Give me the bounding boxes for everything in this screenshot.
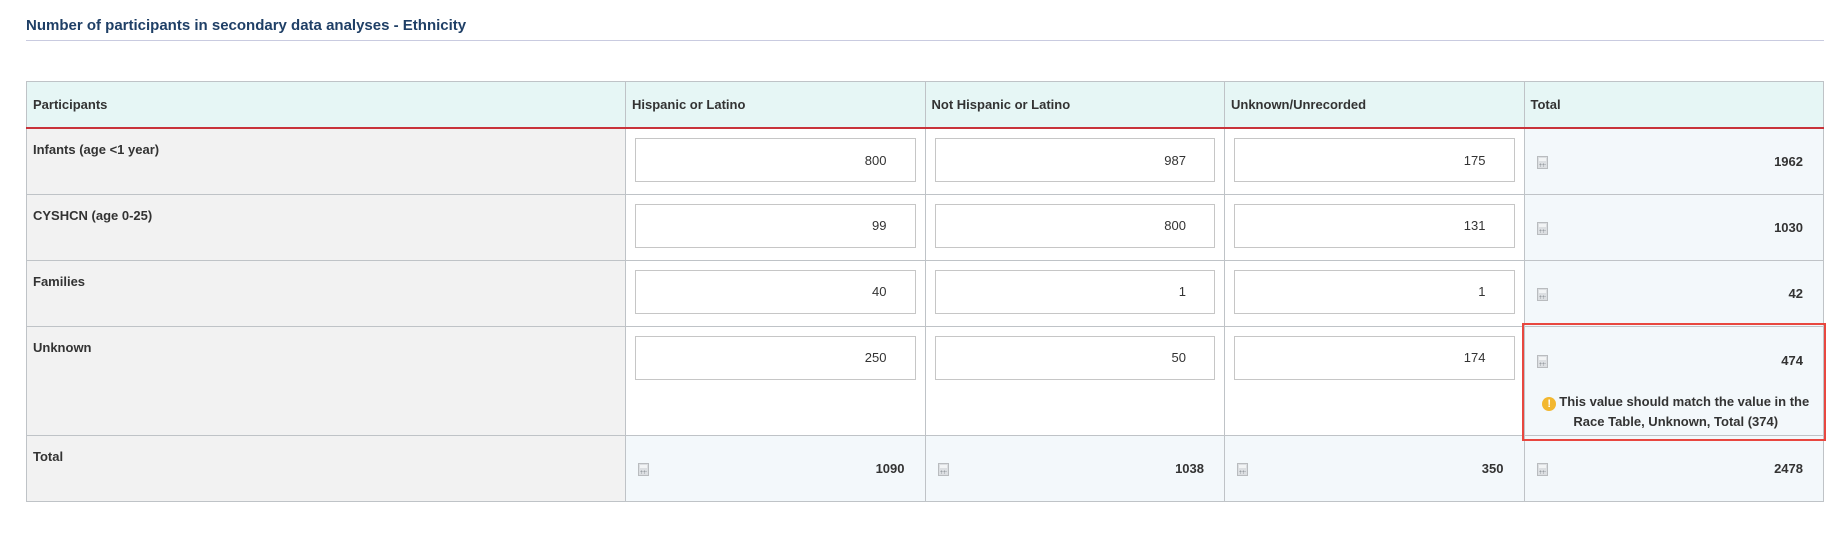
- cyshcn-hispanic-input[interactable]: [635, 203, 916, 248]
- table-row: Unknown 474 !This value should match the…: [26, 325, 1824, 436]
- unknown-not-hispanic-input[interactable]: [934, 335, 1215, 380]
- calculator-icon: [1536, 354, 1548, 368]
- grand-total-cell: 2478: [1523, 434, 1824, 502]
- families-total-value: 42: [1788, 285, 1803, 301]
- row-label-cyshcn: CYSHCN (age 0-25): [26, 193, 626, 261]
- infants-unknown-input[interactable]: [1234, 138, 1515, 182]
- total-unknown-cell: 350: [1224, 434, 1525, 502]
- families-not-hispanic-input[interactable]: [934, 269, 1215, 314]
- calculator-icon: [1536, 287, 1548, 301]
- ethnicity-table: Participants Hispanic or Latino Not Hisp…: [26, 81, 1824, 502]
- section-title: Number of participants in secondary data…: [26, 17, 467, 34]
- cyshcn-unknown-input[interactable]: [1234, 203, 1515, 248]
- header-total: Total: [1523, 81, 1824, 129]
- table-row: CYSHCN (age 0-25) 1030: [26, 193, 1824, 261]
- row-label-unknown: Unknown: [26, 325, 626, 436]
- title-divider: [26, 40, 1824, 41]
- header-unknown-unrecorded: Unknown/Unrecorded: [1224, 81, 1525, 129]
- infants-total-value: 1962: [1774, 154, 1803, 169]
- header-participants: Participants: [26, 81, 626, 129]
- total-not-hispanic-cell: 1038: [924, 434, 1225, 502]
- total-unknown-value: 350: [1481, 460, 1504, 476]
- cyshcn-total-value: 1030: [1774, 219, 1803, 235]
- calculator-icon: [1536, 156, 1548, 169]
- infants-hispanic-input[interactable]: [635, 138, 916, 182]
- infants-not-hispanic-input[interactable]: [934, 138, 1215, 182]
- total-hispanic-cell: 1090: [625, 434, 926, 502]
- families-total-cell: 42: [1523, 259, 1824, 327]
- grand-total-value: 2478: [1774, 460, 1803, 476]
- total-not-hispanic-value: 1038: [1175, 460, 1204, 476]
- infants-total-cell: 1962: [1523, 127, 1824, 195]
- unknown-unknown-input[interactable]: [1234, 335, 1515, 380]
- cyshcn-total-cell: 1030: [1523, 193, 1824, 261]
- row-label-infants: Infants (age <1 year): [26, 127, 626, 195]
- validation-warning-text: This value should match the value in the…: [1559, 393, 1810, 429]
- row-label-families: Families: [26, 259, 626, 327]
- table-row: Families 42: [26, 259, 1824, 327]
- unknown-total-cell: 474 ! This value should match the value i…: [1523, 325, 1824, 436]
- calculator-icon: [937, 462, 949, 476]
- calculator-icon: [1237, 462, 1248, 476]
- table-row-total: Total 1090 1038 350 2478: [26, 434, 1824, 502]
- validation-warning: ! This value should match the value in th…: [1539, 392, 1814, 432]
- unknown-total-value: 474: [1781, 352, 1803, 368]
- families-hispanic-input[interactable]: [635, 269, 916, 314]
- header-row: Participants Hispanic or Latino Not Hisp…: [26, 81, 1824, 129]
- exclamation-circle-icon: !: [1542, 396, 1557, 411]
- unknown-hispanic-input[interactable]: [635, 335, 916, 380]
- families-unknown-input[interactable]: [1234, 269, 1515, 314]
- header-hispanic-or-latino: Hispanic or Latino: [625, 81, 926, 129]
- calculator-icon: [638, 462, 649, 476]
- header-not-hispanic-or-latino: Not Hispanic or Latino: [924, 81, 1225, 129]
- table-row: Infants (age <1 year) 1962: [26, 127, 1824, 195]
- total-hispanic-value: 1090: [875, 460, 905, 476]
- cyshcn-not-hispanic-input[interactable]: [934, 203, 1215, 248]
- calculator-icon: [1536, 221, 1548, 235]
- calculator-icon: [1536, 462, 1548, 476]
- row-label-total: Total: [26, 434, 626, 502]
